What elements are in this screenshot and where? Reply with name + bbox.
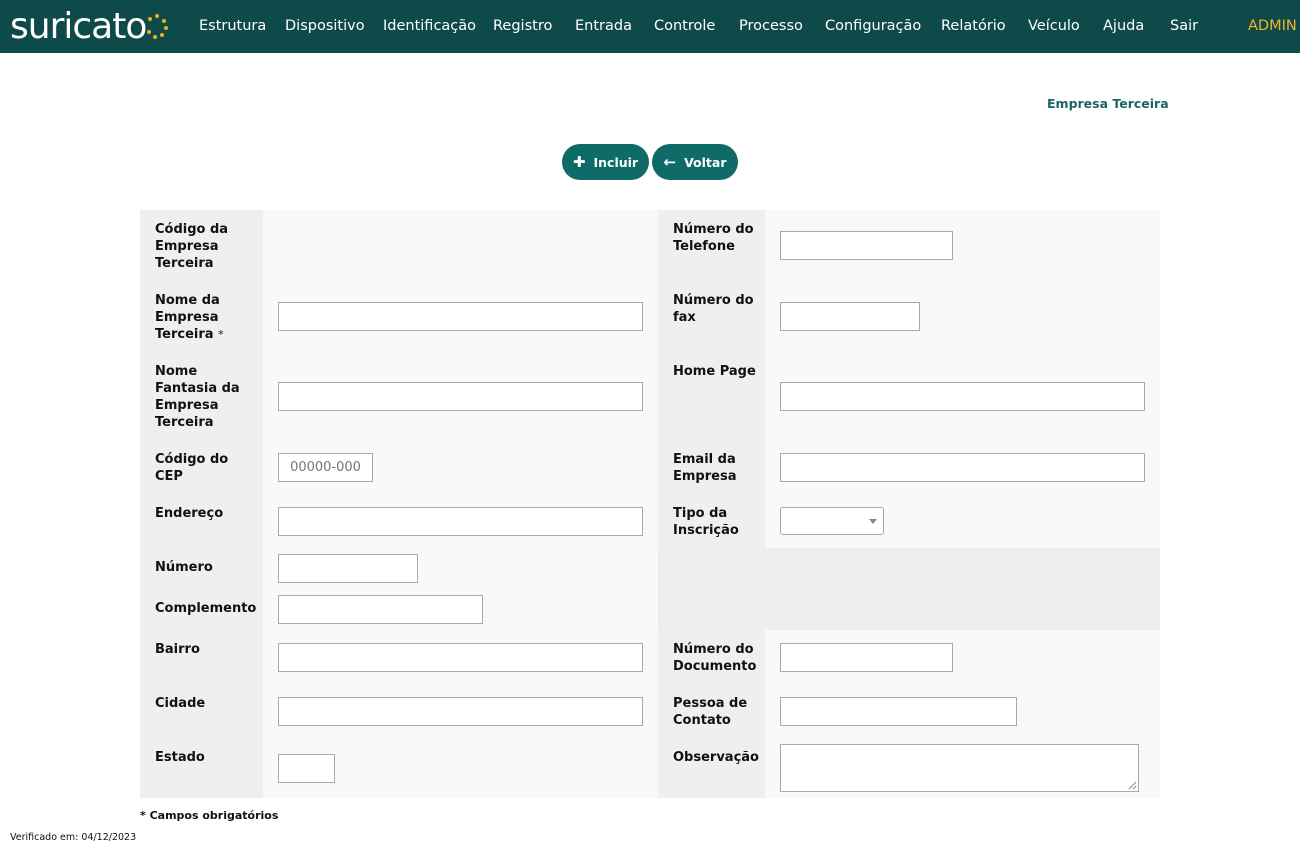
fax-label: Número do fax	[673, 293, 754, 325]
complemento-label: Complemento	[155, 601, 257, 616]
include-button[interactable]: ✚ Incluir	[562, 144, 649, 180]
observacao-label: Observação	[673, 750, 759, 765]
email-label: Email da Empresa	[673, 452, 737, 484]
numero-input[interactable]	[278, 554, 418, 583]
nome-empresa-label: Nome da Empresa Terceira *	[155, 292, 255, 343]
nome-empresa-label-text: Nome da Empresa Terceira	[155, 293, 220, 342]
homepage-input[interactable]	[780, 382, 1145, 411]
documento-input[interactable]	[780, 643, 953, 672]
numero-label: Número	[155, 560, 213, 575]
telefone-label: Número do Telefone	[673, 222, 754, 254]
observacao-textarea[interactable]	[780, 744, 1139, 792]
plus-icon: ✚	[572, 153, 586, 171]
nome-fantasia-input[interactable]	[278, 382, 643, 411]
nav-registro[interactable]: Registro	[493, 18, 552, 34]
back-button[interactable]: ← Voltar	[652, 144, 738, 180]
nav-estrutura[interactable]: Estrutura	[199, 18, 266, 34]
homepage-label: Home Page	[673, 364, 756, 379]
tipo-inscricao-label: Tipo da Inscrição	[673, 506, 739, 538]
back-button-label: Voltar	[684, 154, 727, 170]
estado-input[interactable]	[278, 754, 335, 783]
telefone-input[interactable]	[780, 231, 953, 260]
nav-veiculo[interactable]: Veículo	[1028, 18, 1080, 34]
nav-configuracao[interactable]: Configuração	[825, 18, 921, 34]
fax-input[interactable]	[780, 302, 920, 331]
form-right-empty-block	[658, 548, 1160, 630]
documento-label: Número do Documento	[673, 642, 757, 674]
verified-date: Verificado em: 04/12/2023	[10, 832, 137, 843]
nome-fantasia-label: Nome Fantasia da Empresa Terceira	[155, 364, 240, 430]
nav-ajuda[interactable]: Ajuda	[1103, 18, 1144, 34]
endereco-input[interactable]	[278, 507, 643, 536]
estado-label: Estado	[155, 750, 205, 765]
nav-relatorio[interactable]: Relatório	[941, 18, 1006, 34]
resize-handle-icon[interactable]	[1128, 781, 1137, 790]
nav-controle[interactable]: Controle	[654, 18, 715, 34]
endereco-label: Endereço	[155, 506, 224, 521]
pessoa-contato-input[interactable]	[780, 697, 1017, 726]
nav-sair[interactable]: Sair	[1170, 18, 1198, 34]
pessoa-contato-label: Pessoa de Contato	[673, 696, 748, 728]
required-marker: *	[218, 328, 224, 341]
nav-processo[interactable]: Processo	[739, 18, 803, 34]
tipo-inscricao-select[interactable]	[780, 507, 884, 535]
required-fields-note: * Campos obrigatórios	[140, 809, 279, 822]
user-admin-menu[interactable]: ADMIN	[1248, 18, 1297, 34]
bairro-input[interactable]	[278, 643, 643, 672]
suricato-logo[interactable]: suricato	[10, 4, 169, 48]
cidade-input[interactable]	[278, 697, 643, 726]
nav-entrada[interactable]: Entrada	[575, 18, 632, 34]
nome-empresa-input[interactable]	[278, 302, 643, 331]
logo-dots-icon	[146, 11, 169, 41]
arrow-left-icon: ←	[663, 153, 677, 171]
cidade-label: Cidade	[155, 696, 206, 711]
nav-identificacao[interactable]: Identificação	[383, 18, 476, 34]
cep-label: Código do CEP	[155, 452, 229, 484]
page-title: Empresa Terceira	[1047, 96, 1169, 111]
include-button-label: Incluir	[593, 154, 639, 170]
logo-text: suricato	[10, 5, 147, 47]
email-input[interactable]	[780, 453, 1145, 482]
chevron-down-icon	[869, 519, 877, 524]
cep-input[interactable]	[278, 453, 373, 482]
nav-dispositivo[interactable]: Dispositivo	[285, 18, 365, 34]
complemento-input[interactable]	[278, 595, 483, 624]
bairro-label: Bairro	[155, 642, 200, 657]
codigo-empresa-label: Código da Empresa Terceira	[155, 222, 229, 271]
top-nav-bar: suricato Estrutura Dispositivo Identific…	[0, 0, 1300, 53]
